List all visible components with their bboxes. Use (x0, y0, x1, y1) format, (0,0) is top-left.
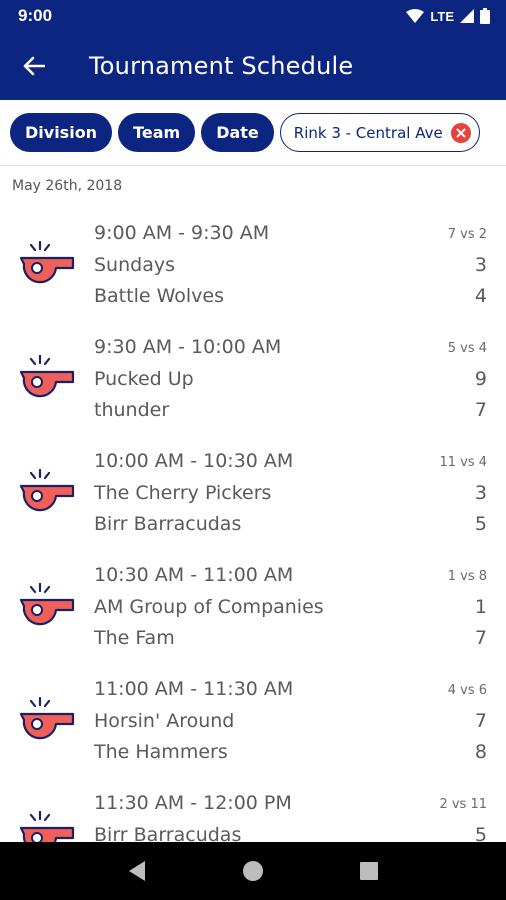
close-icon (456, 128, 466, 137)
game-time: 11:30 AM - 12:00 PM (94, 792, 292, 814)
matchup-label: 4 vs 6 (447, 683, 487, 698)
whistle-icon (19, 468, 75, 512)
home-score: 3 (474, 254, 487, 276)
game-row[interactable]: 11:30 AM - 12:00 PM 2 vs 11 Birr Barracu… (0, 778, 506, 842)
game-time: 11:00 AM - 11:30 AM (94, 678, 294, 700)
whistle-icon (19, 240, 75, 284)
wifi-icon (406, 9, 425, 23)
system-nav-bar (0, 842, 506, 900)
division-filter-chip[interactable]: Division (10, 113, 113, 152)
game-list[interactable]: 9:00 AM - 9:30 AM 7 vs 2 Sundays 3 Battl… (0, 208, 506, 842)
back-button[interactable] (0, 32, 68, 100)
game-row[interactable]: 10:00 AM - 10:30 AM 11 vs 4 The Cherry P… (0, 436, 506, 550)
home-team: Birr Barracudas (94, 824, 242, 842)
game-row[interactable]: 9:30 AM - 10:00 AM 5 vs 4 Pucked Up 9 th… (0, 322, 506, 436)
nav-recents-icon[interactable] (359, 861, 379, 881)
battery-icon (480, 8, 490, 24)
nav-back-icon[interactable] (127, 860, 147, 882)
network-label: LTE (430, 8, 454, 24)
remove-filter-button[interactable] (450, 122, 471, 143)
home-score: 1 (474, 596, 487, 618)
game-time: 9:00 AM - 9:30 AM (94, 222, 270, 244)
away-team: The Fam (94, 627, 175, 649)
home-score: 7 (474, 710, 487, 732)
back-arrow-icon (23, 56, 45, 76)
app-bar: Tournament Schedule (0, 32, 506, 100)
matchup-label: 7 vs 2 (447, 227, 487, 242)
home-score: 3 (474, 482, 487, 504)
away-score: 8 (474, 741, 487, 763)
away-score: 7 (474, 627, 487, 649)
home-team: The Cherry Pickers (94, 482, 272, 504)
away-team: Battle Wolves (94, 285, 224, 307)
away-score: 7 (474, 399, 487, 421)
away-score: 5 (474, 513, 487, 535)
team-filter-chip[interactable]: Team (118, 113, 196, 152)
game-row[interactable]: 11:00 AM - 11:30 AM 4 vs 6 Horsin' Aroun… (0, 664, 506, 778)
game-time: 9:30 AM - 10:00 AM (94, 336, 282, 358)
whistle-icon (19, 696, 75, 740)
home-score: 9 (474, 368, 487, 390)
matchup-label: 5 vs 4 (447, 341, 487, 356)
status-icons: LTE (406, 8, 490, 24)
away-team: thunder (94, 399, 170, 421)
rink-filter-label: Rink 3 - Central Ave (293, 123, 443, 142)
whistle-icon (19, 810, 75, 842)
home-team: AM Group of Companies (94, 596, 324, 618)
whistle-icon (19, 582, 75, 626)
whistle-icon (19, 354, 75, 398)
home-team: Pucked Up (94, 368, 194, 390)
date-header: May 26th, 2018 (12, 178, 123, 194)
matchup-label: 1 vs 8 (447, 569, 487, 584)
home-team: Horsin' Around (94, 710, 235, 732)
page-title: Tournament Schedule (89, 52, 354, 80)
nav-home-icon[interactable] (242, 860, 264, 882)
away-team: The Hammers (94, 741, 228, 763)
status-time: 9:00 (18, 6, 53, 25)
home-team: Sundays (94, 254, 175, 276)
status-bar: 9:00 LTE (0, 0, 506, 32)
away-team: Birr Barracudas (94, 513, 242, 535)
date-filter-chip[interactable]: Date (201, 113, 274, 152)
matchup-label: 11 vs 4 (439, 455, 487, 470)
filter-bar: Division Team Date Rink 3 - Central Ave (0, 100, 506, 166)
home-score: 5 (474, 824, 487, 842)
matchup-label: 2 vs 11 (439, 797, 487, 812)
signal-icon (460, 9, 474, 23)
away-score: 4 (474, 285, 487, 307)
game-row[interactable]: 9:00 AM - 9:30 AM 7 vs 2 Sundays 3 Battl… (0, 208, 506, 322)
game-time: 10:30 AM - 11:00 AM (94, 564, 294, 586)
game-row[interactable]: 10:30 AM - 11:00 AM 1 vs 8 AM Group of C… (0, 550, 506, 664)
rink-filter-chip[interactable]: Rink 3 - Central Ave (279, 113, 480, 152)
game-time: 10:00 AM - 10:30 AM (94, 450, 294, 472)
